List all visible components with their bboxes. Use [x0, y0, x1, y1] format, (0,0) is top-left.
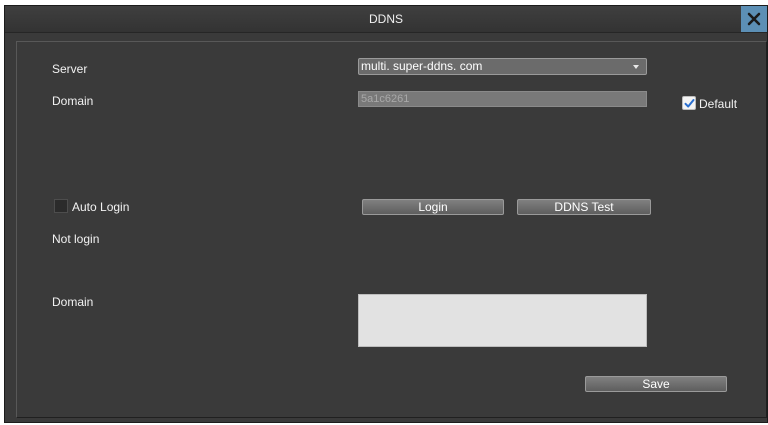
result-domain-label: Domain — [52, 295, 94, 309]
auto-login-checkbox[interactable] — [54, 199, 68, 213]
server-label: Server — [52, 62, 88, 76]
result-domain-field[interactable] — [358, 294, 647, 347]
close-button[interactable] — [741, 6, 767, 32]
check-icon — [684, 99, 695, 108]
ddns-test-button[interactable]: DDNS Test — [517, 199, 651, 215]
domain-input[interactable]: 5a1c6261 — [358, 91, 647, 107]
dialog-title: DDNS — [368, 12, 403, 26]
save-button[interactable]: Save — [585, 376, 727, 392]
server-select-value: multi. super-ddns. com — [361, 59, 483, 73]
close-icon — [747, 12, 761, 26]
default-label: Default — [699, 97, 738, 111]
login-button[interactable]: Login — [362, 199, 504, 215]
chevron-down-icon — [633, 65, 639, 69]
login-status-text: Not login — [52, 232, 100, 246]
domain-label: Domain — [52, 94, 94, 108]
title-bar: DDNS — [5, 6, 767, 33]
server-select[interactable]: multi. super-ddns. com — [358, 58, 647, 75]
auto-login-label: Auto Login — [72, 200, 130, 214]
default-checkbox[interactable] — [682, 96, 696, 110]
